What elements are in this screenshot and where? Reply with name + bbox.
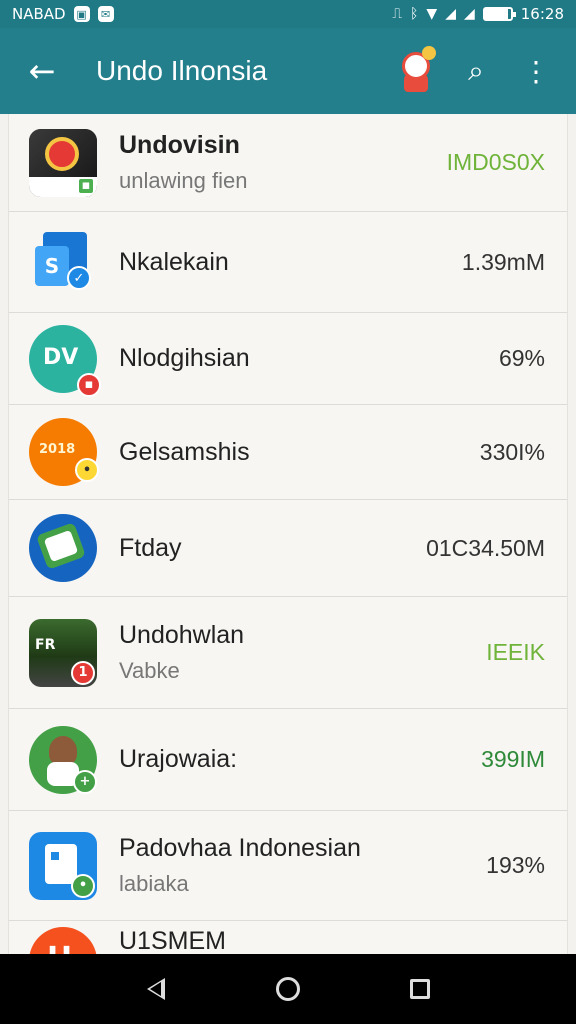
app-badge: ▪ [77,176,95,195]
app-bar: ← Undo Ilnonsia ⌕ ⋮ [0,28,576,114]
page-title: Undo Ilnonsia [96,55,268,86]
mascot-dot [422,46,436,60]
item-text: Ftday [119,534,426,563]
back-arrow-icon[interactable]: ← [18,47,66,95]
item-text: Nlodgihsian [119,344,499,373]
item-title: Gelsamshis [119,437,250,466]
app-badge: • [75,458,99,482]
list-item[interactable]: Ftday 01C34.50M [9,500,567,597]
status-right: ⎍ ᛒ ▼ ◢ ◢ 16:28 [392,5,564,23]
home-circle-icon [276,977,300,1001]
signal-icon: ◢ [445,6,456,22]
item-title: Undovisin [119,131,240,159]
orange-fruit-app-icon: 2018 • [29,418,99,486]
nav-back-button[interactable] [126,959,186,1019]
item-title: U1SMEM [119,927,226,954]
item-subtitle: unlawing fien [119,168,248,193]
back-triangle-icon [147,978,165,1000]
item-title: Nlodgihsian [119,344,250,372]
item-value: 193% [486,852,545,878]
item-subtitle: Vabke [119,658,180,683]
status-left: NABAD ▣ ✉ [12,5,114,23]
teal-dv-app-icon: DV ▪ [29,324,101,397]
item-subtitle: labiaka [119,871,189,896]
item-text: Gelsamshis [119,438,480,467]
item-value: 399IM [481,746,545,772]
list-item[interactable]: S ✓ Nkalekain 1.39mM [9,212,567,313]
list-item[interactable]: ▪ Undovisin unlawing fien IMD0S0X [9,114,567,212]
carrier-label: NABAD [12,5,66,23]
item-text: Urajowaia: [119,745,481,774]
list-item[interactable]: 2018 • Gelsamshis 330I% [9,405,567,500]
nav-recents-button[interactable] [390,959,450,1019]
item-text: U1SMEM [119,927,545,954]
app-badge: ▪ [77,372,101,397]
wifi-icon: ▼ [426,6,438,22]
bluetooth-icon: ᛒ [410,6,419,22]
status-bar: NABAD ▣ ✉ ⎍ ᛒ ▼ ◢ ◢ 16:28 [0,0,576,28]
app-list: ▪ Undovisin unlawing fien IMD0S0X S ✓ Nk… [8,114,568,954]
message-icon: ✉ [97,6,114,22]
recents-square-icon [410,979,430,999]
item-title: Nkalekain [119,247,229,276]
mascot-icon[interactable] [394,46,438,96]
item-value: 1.39mM [461,248,545,275]
app-badge: 1 [71,660,95,685]
clock: 16:28 [520,5,564,23]
item-value: IEEIK [486,639,545,665]
shield-badge: ✓ [67,266,91,290]
navigation-bar [0,954,576,1024]
search-icon[interactable]: ⌕ [454,49,498,93]
item-value: 69% [498,345,545,371]
item-title: Urajowaia: [119,745,238,773]
item-value: IMD0S0X [446,149,545,175]
app-badge: • [71,873,95,898]
item-text: Undohwlan Vabke [119,621,486,684]
blue-robot-app-icon: • [29,831,97,900]
notification-icon: ▣ [73,6,90,22]
signal-icon-2: ◢ [463,6,475,22]
toolbar-actions: ⌕ ⋮ [394,46,558,96]
red-h-app-icon: H [29,927,97,954]
add-badge: + [73,769,97,794]
item-text: Nkalekain [119,248,462,277]
item-text: Padovhaa Indonesian labiaka [119,834,486,897]
blue-document-app-icon: S ✓ [29,228,97,296]
nav-home-button[interactable] [258,959,318,1019]
list-item[interactable]: DV ▪ Nlodgihsian 69% [9,313,567,405]
list-item[interactable]: H U1SMEM [9,921,567,954]
item-title: Padovhaa Indonesian [119,834,361,862]
blue-round-app-icon [29,514,97,582]
item-value: 330I% [479,438,545,465]
item-title: Ftday [119,533,182,562]
more-vert-icon[interactable]: ⋮ [514,49,558,93]
item-text: Undovisin unlawing fien [119,131,447,194]
vibrate-icon: ⎍ [392,6,403,22]
forest-landscape-app-icon: FR 1 [29,618,97,687]
item-title: Undohwlan [119,621,245,649]
red-seal-app-icon: ▪ [29,128,97,197]
green-animal-app-icon: + [29,725,97,794]
list-item[interactable]: FR 1 Undohwlan Vabke IEEIK [9,597,567,709]
item-value: 01C34.50M [426,534,545,561]
battery-icon [482,7,516,21]
list-item[interactable]: + Urajowaia: 399IM [9,709,567,811]
list-item[interactable]: • Padovhaa Indonesian labiaka 193% [9,811,567,921]
